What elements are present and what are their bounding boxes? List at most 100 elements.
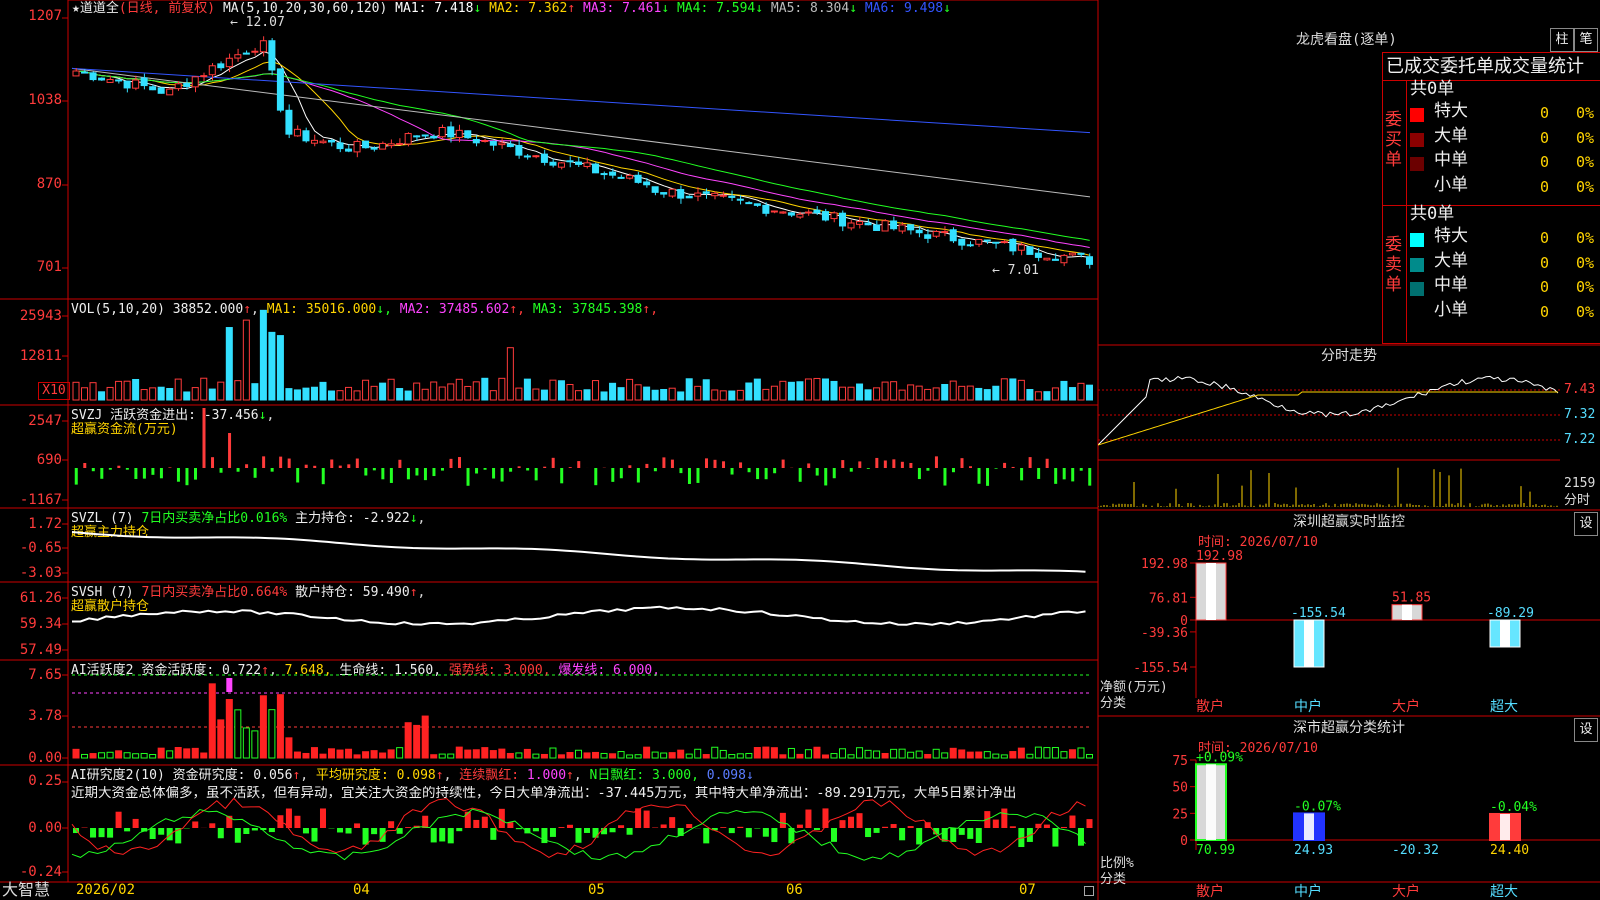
volume-bar (259, 309, 267, 401)
activity-bar (328, 748, 336, 759)
research-bar (618, 825, 625, 828)
volume-bar (191, 387, 199, 401)
stats-bottom-label: 24.40 (1490, 843, 1529, 858)
volume-bar (174, 378, 182, 401)
volume-bar (89, 382, 97, 401)
volume-bar (796, 381, 804, 401)
research-bar (873, 828, 880, 833)
volume-bar (498, 377, 506, 401)
research-bar (498, 808, 505, 828)
research-bar (1052, 828, 1059, 847)
research-bar (345, 828, 352, 834)
research-bar (132, 818, 139, 828)
activity-bar (115, 750, 123, 759)
volume-bar (557, 380, 565, 401)
bar-mode-button[interactable]: 柱 (1550, 28, 1574, 52)
row-count: 0 (1540, 128, 1550, 147)
activity-bar (992, 753, 1000, 759)
row-count: 0 (1540, 153, 1550, 171)
activity-bar (319, 753, 327, 759)
activity-bar (362, 751, 370, 759)
activity-bar (379, 752, 387, 759)
activity-bar (489, 750, 497, 759)
volume-bar (1085, 384, 1094, 401)
volume-bar (753, 378, 761, 401)
intraday-panel[interactable]: 分时走势 7.43 7.32 7.22 2159 分时 (1098, 345, 1600, 510)
monitor-category-label: 分类 (1100, 696, 1127, 711)
volume-bar (81, 387, 89, 401)
activity-bar (132, 753, 140, 759)
activity-bar (924, 753, 932, 759)
svzj-ytick-0: 2547 (28, 413, 62, 429)
ai-active-ytick-2: 0.00 (28, 750, 62, 766)
volume-bar (702, 379, 710, 401)
research-bar (728, 828, 735, 834)
activity-bar (856, 747, 864, 759)
activity-bar (464, 749, 472, 759)
volume-bar (668, 387, 676, 401)
row-count: 0 (1540, 104, 1550, 122)
volume-bar (200, 377, 208, 401)
volume-bar (770, 385, 778, 401)
intraday-price-line (1098, 375, 1559, 446)
row-count: 0 (1540, 253, 1550, 272)
volume-bar (583, 389, 591, 401)
brand-label[interactable]: 大智慧 (2, 882, 50, 898)
research-bar (464, 811, 471, 828)
activity-bar (966, 751, 974, 759)
volume-bar (574, 390, 583, 401)
volume-bar (660, 388, 668, 401)
row-label: 大单 (1434, 125, 1468, 146)
monitor-bar-label: 192.98 (1196, 549, 1243, 564)
activity-bar (898, 748, 906, 759)
stats-category-label: 大户 (1392, 883, 1420, 900)
research-bar (1060, 826, 1067, 828)
volume-bar (915, 385, 923, 401)
activity-bar (234, 709, 242, 759)
volume-bar (864, 389, 872, 401)
volume-bar (813, 377, 821, 401)
activity-bar (770, 747, 778, 759)
pen-mode-button[interactable]: 笔 (1574, 28, 1598, 52)
volume-bar (132, 378, 140, 401)
row-percent: 0% (1576, 128, 1595, 147)
research-bar (643, 810, 650, 828)
volume-bar (890, 381, 898, 401)
main-ytick-2: 870 (36, 176, 62, 192)
volume-bar (166, 388, 174, 401)
volume-bar (481, 377, 489, 401)
volume-bar (72, 381, 80, 401)
lock-icon[interactable] (1084, 886, 1094, 896)
main-ytick-1: 1038 (28, 92, 62, 108)
svzl-ytick-0: 1.72 (28, 516, 62, 532)
research-bar (98, 828, 105, 838)
activity-bar (779, 754, 787, 759)
activity-bar (336, 749, 344, 759)
row-count: 0 (1540, 229, 1550, 247)
volume-bar (387, 378, 395, 401)
volume-bar (907, 384, 915, 401)
activity-bar (1077, 747, 1085, 759)
volume-bar (830, 380, 838, 401)
research-bar (1043, 824, 1050, 828)
intraday-chart (1098, 375, 1560, 507)
activity-bar (932, 748, 940, 759)
research-bar (1069, 815, 1076, 828)
row-swatch (1410, 132, 1424, 147)
vol-unit-badge[interactable]: X10 (38, 382, 70, 400)
activity-bar (191, 747, 199, 759)
research-bar (720, 827, 727, 828)
row-swatch (1410, 282, 1424, 296)
activity-bar (821, 754, 829, 759)
volume-bar (217, 381, 225, 401)
research-bar (405, 827, 412, 828)
activity-bar (1051, 747, 1059, 759)
volume-bar (472, 381, 480, 401)
monitor-bar-highlight (1206, 563, 1216, 620)
research-bar (916, 828, 923, 845)
volume-bar (106, 386, 114, 401)
monitor-bar-2: 51.85 (1391, 591, 1431, 621)
date-tick-0: 2026/02 (76, 882, 136, 898)
activity-bar (983, 751, 991, 759)
volume-bar (1077, 382, 1085, 401)
